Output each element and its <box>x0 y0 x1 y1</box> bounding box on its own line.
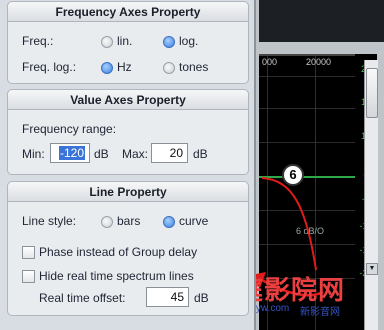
frequency-range-label: Frequency range: <box>22 122 117 136</box>
section-title: Frequency Axes Property <box>8 2 248 22</box>
freq-label: Freq.: <box>22 34 54 48</box>
freq-tones-radio[interactable] <box>163 62 175 74</box>
freq-log-units-label: Freq. log.: <box>22 60 77 74</box>
hide-spectrum-checkbox-label[interactable]: Hide real time spectrum lines <box>39 269 194 283</box>
frequency-axes-section: Frequency Axes Property Freq.: lin. log.… <box>7 1 249 84</box>
phase-checkbox[interactable] <box>22 246 35 259</box>
min-value-input[interactable]: -120 <box>50 143 90 163</box>
freq-hz-radio[interactable] <box>101 62 113 74</box>
value-axes-section: Value Axes Property Frequency range: Min… <box>7 89 249 175</box>
toolbar-strip <box>259 0 384 42</box>
line-style-label: Line style: <box>22 214 77 228</box>
realtime-offset-input[interactable]: 45 <box>146 287 189 307</box>
section-title: Line Property <box>8 182 248 202</box>
line-style-bars-radio[interactable] <box>101 216 113 228</box>
section-title: Value Axes Property <box>8 90 248 110</box>
max-value-input[interactable]: 20 <box>151 143 188 163</box>
max-label: Max: <box>122 147 149 161</box>
line-style-curve-label[interactable]: curve <box>179 214 208 228</box>
slope-label: 6 dB/O <box>296 226 325 236</box>
scroll-down-icon[interactable]: ▼ <box>366 263 378 275</box>
response-trace <box>259 176 355 178</box>
freq-lin-radio[interactable] <box>101 36 113 48</box>
realtime-offset-label: Real time offset: <box>39 291 126 305</box>
phase-checkbox-label[interactable]: Phase instead of Group delay <box>39 245 197 259</box>
line-style-curve-radio[interactable] <box>163 216 175 228</box>
line-style-bars-label[interactable]: bars <box>117 214 140 228</box>
hide-spectrum-checkbox[interactable] <box>22 270 35 283</box>
properties-panel: Frequency Axes Property Freq.: lin. log.… <box>0 0 256 330</box>
offset-unit-label: dB <box>194 291 209 305</box>
min-label: Min: <box>22 147 45 161</box>
max-unit-label: dB <box>193 147 208 161</box>
freq-lin-label[interactable]: lin. <box>117 34 132 48</box>
vertical-scrollbar[interactable]: ▼ <box>364 60 378 330</box>
freq-axis-label: 20000 <box>306 57 332 67</box>
watermark-caption: 新影音网 <box>300 307 340 318</box>
line-property-section: Line Property Line style: bars curve Pha… <box>7 181 249 316</box>
freq-axis-label: 000 <box>262 57 278 67</box>
freq-hz-label[interactable]: Hz <box>117 60 132 74</box>
freq-log-label[interactable]: log. <box>179 34 198 48</box>
freq-log-radio[interactable] <box>163 36 175 48</box>
freq-tones-label[interactable]: tones <box>179 60 208 74</box>
callout-number-badge: 6 <box>282 164 304 186</box>
min-unit-label: dB <box>94 147 109 161</box>
scrollbar-thumb[interactable] <box>366 68 378 118</box>
